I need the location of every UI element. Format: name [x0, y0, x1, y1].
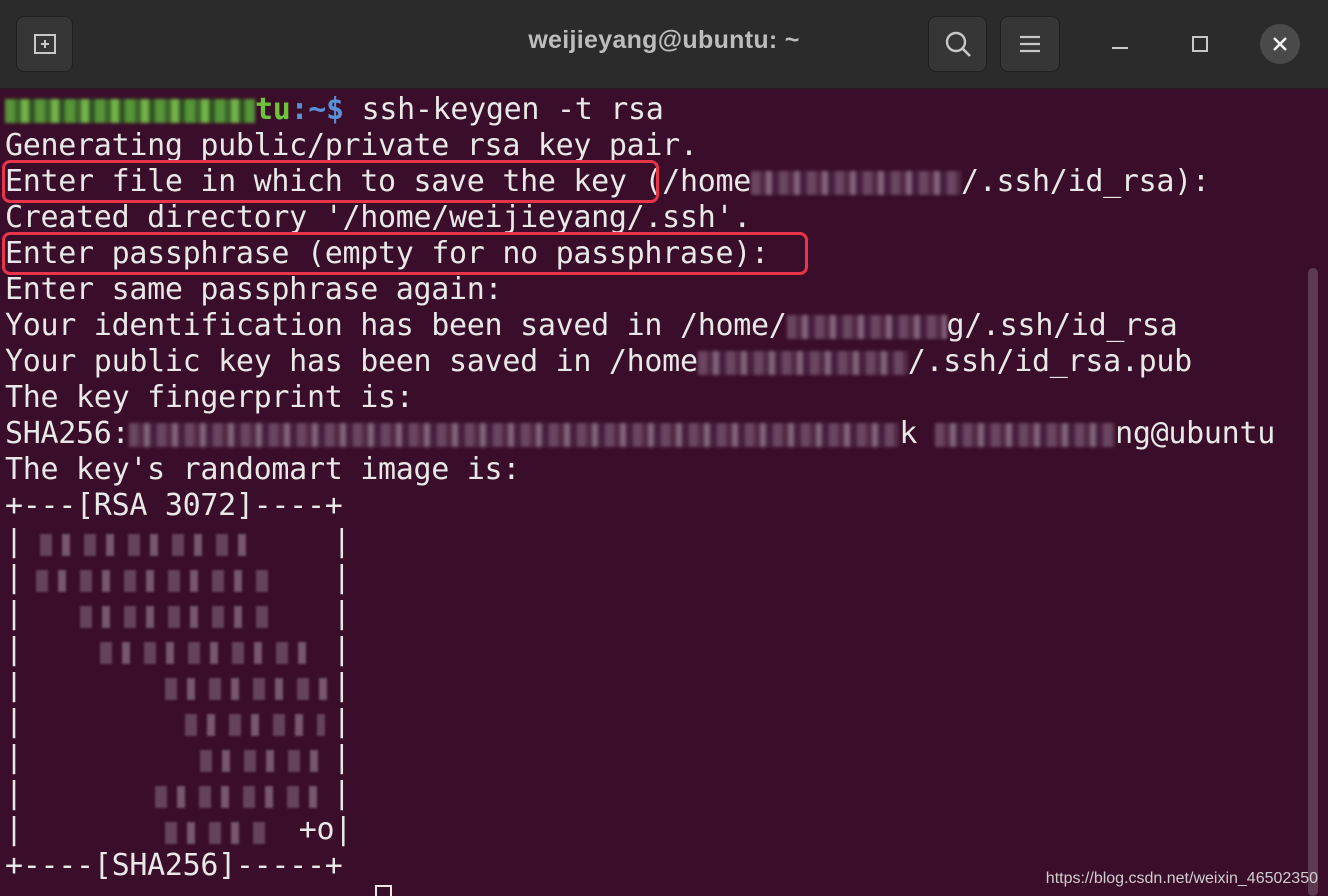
output-text: (/home [644, 164, 751, 199]
new-tab-icon [33, 34, 56, 54]
prompt-path: :~$ [290, 92, 362, 127]
randomart-border: | [334, 812, 353, 847]
watermark: https://blog.csdn.net/weixin_46502350 [1045, 870, 1318, 887]
output-line: Your public key has been saved in /home /… [5, 344, 1192, 380]
randomart-border: | [332, 740, 351, 775]
maximize-button[interactable] [1180, 24, 1220, 64]
randomart-chars: +o [298, 812, 335, 847]
randomart-border: | [332, 704, 351, 739]
fingerprint-line: SHA256: k ng@ubuntu [5, 416, 1275, 452]
redacted-randomart [36, 570, 271, 592]
redacted-randomart [185, 714, 325, 736]
redacted-fingerprint [129, 422, 900, 447]
randomart-border: | [5, 596, 23, 631]
output-text: /.ssh/id_rsa): [961, 164, 1210, 199]
randomart-border: | [5, 740, 23, 775]
minimize-button[interactable] [1100, 24, 1140, 64]
randomart-border: | [5, 812, 23, 847]
redacted-path [697, 350, 908, 375]
search-button[interactable] [928, 16, 987, 72]
output-text: k [899, 416, 918, 451]
redacted-randomart [80, 606, 270, 628]
output-text: SHA256: [5, 416, 130, 451]
search-icon [945, 31, 971, 57]
randomart-border: | [5, 632, 23, 667]
output-text: Your identification has been saved in /h… [5, 308, 787, 343]
randomart-border: | [5, 704, 23, 739]
title-bar: weijieyang@ubuntu: ~ [0, 0, 1328, 89]
output-text: /.ssh/id_rsa.pub [907, 344, 1192, 379]
randomart-border: | [5, 524, 23, 559]
close-button[interactable] [1260, 24, 1300, 64]
prompt-user: tu [255, 92, 291, 127]
randomart-border: | [5, 668, 23, 703]
redacted-path [751, 170, 961, 195]
prompt-line: tu:~$ ssh-keygen -t rsa [5, 92, 664, 128]
redacted-randomart [100, 642, 320, 664]
new-tab-button[interactable] [16, 16, 73, 72]
output-line: The key fingerprint is: [5, 380, 414, 415]
randomart-bottom: +----[SHA256]-----+ [5, 848, 343, 883]
output-line: Created directory '/home/weijieyang/.ssh… [5, 200, 751, 235]
randomart-border: | [332, 632, 351, 667]
output-text: ng@ubuntu [1115, 416, 1275, 451]
redacted-randomart [155, 786, 325, 808]
output-line: Your identification has been saved in /h… [5, 308, 1178, 344]
randomart-border: | [5, 776, 23, 811]
randomart-top: +---[RSA 3072]----+ [5, 488, 343, 523]
output-line: Enter same passphrase again: [5, 272, 503, 307]
redacted-randomart [40, 534, 250, 556]
window-title: weijieyang@ubuntu: ~ [528, 26, 800, 54]
maximize-icon [1192, 36, 1208, 52]
randomart-border: | [332, 524, 351, 559]
randomart-border: | [332, 668, 351, 703]
output-line: The key's randomart image is: [5, 452, 521, 487]
redacted-path [786, 314, 947, 339]
randomart-border: | [332, 596, 351, 631]
redacted-username [935, 422, 1116, 447]
menu-button[interactable] [1000, 16, 1060, 72]
close-icon [1273, 37, 1287, 51]
highlight-box-save-key [2, 160, 659, 203]
prompt-line [5, 880, 392, 896]
terminal-window: weijieyang@ubuntu: ~ tu:~$ ssh-keygen -t… [0, 0, 1328, 896]
text-cursor [375, 885, 392, 896]
minimize-icon [1112, 47, 1128, 49]
command-text: ssh-keygen -t rsa [361, 92, 664, 127]
redacted-username [5, 98, 255, 123]
hamburger-menu-icon [1020, 35, 1040, 53]
randomart-border: | [332, 560, 351, 595]
randomart-border: | [5, 560, 23, 595]
highlight-box-passphrase [2, 232, 808, 275]
output-text: g/.ssh/id_rsa [946, 308, 1178, 343]
redacted-randomart [165, 678, 330, 700]
randomart-border: | [332, 776, 351, 811]
output-line: Generating public/private rsa key pair. [5, 128, 698, 163]
redacted-randomart [200, 750, 330, 772]
redacted-randomart [165, 822, 275, 844]
scrollbar[interactable] [1308, 268, 1318, 896]
output-text: Your public key has been saved in /home [5, 344, 698, 379]
terminal-output[interactable]: tu:~$ ssh-keygen -t rsa Generating publi… [0, 90, 1300, 896]
